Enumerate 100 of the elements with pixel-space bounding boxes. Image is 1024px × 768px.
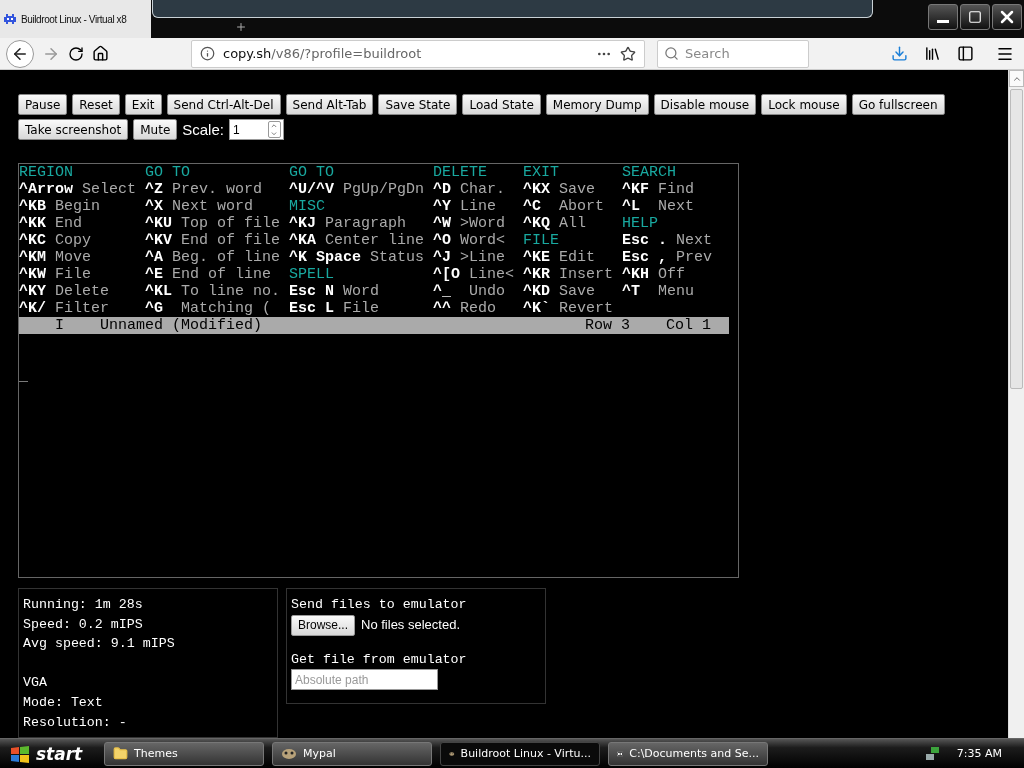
back-button[interactable]	[6, 39, 34, 68]
shortcut-entry: ^KR Insert	[523, 266, 615, 283]
shortcut-entry: Esc N Word	[289, 283, 381, 300]
shortcut-entry: ^Y Line	[433, 198, 498, 215]
shortcut-entry: ^KC Copy	[19, 232, 93, 249]
shortcut-entry: ^L Next	[622, 198, 696, 215]
toolbar-button[interactable]: Exit	[124, 94, 162, 115]
minimize-button[interactable]	[928, 4, 958, 30]
shortcut-entry: ^KB Begin	[19, 198, 102, 215]
section-heading: SPELL	[289, 266, 336, 283]
url-field[interactable]: copy.sh/v86/?profile=buildroot	[191, 39, 645, 68]
toolbar-button[interactable]: Reset	[72, 94, 120, 115]
shortcut-entry: ^KK End	[19, 215, 84, 232]
toolbar-button[interactable]: Send Alt-Tab	[285, 94, 374, 115]
shortcut-entry: ^Z Prev. word	[145, 181, 264, 198]
section-heading: EXIT	[523, 164, 561, 181]
toolbar-button[interactable]: Lock mouse	[761, 94, 847, 115]
shortcut-entry: ^KL To line no.	[145, 283, 282, 300]
shortcut-entry: ^Arrow Select	[19, 181, 138, 198]
shortcut-entry: ^G Matching (	[145, 300, 273, 317]
shortcut-entry: ^X Next word	[145, 198, 255, 215]
shortcut-entry: ^KF Find	[622, 181, 696, 198]
toolbar-button[interactable]: Take screenshot	[18, 119, 129, 140]
section-heading: FILE	[523, 232, 561, 249]
spinner-icon[interactable]	[267, 121, 281, 138]
tab-title: Buildroot Linux - Virtual x8	[21, 13, 127, 25]
shortcut-entry: Esc L File	[289, 300, 381, 317]
taskbar-item[interactable]: C:\Documents and Se...	[608, 741, 768, 766]
new-tab-icon[interactable]	[235, 21, 247, 33]
section-heading: MISC	[289, 198, 327, 215]
toolbar-button[interactable]: Send Ctrl-Alt-Del	[166, 94, 281, 115]
download-icon[interactable]	[891, 45, 908, 62]
section-heading: HELP	[622, 215, 660, 232]
stat-line: Avg speed: 9.1 mIPS	[23, 635, 176, 654]
section-heading: REGION	[19, 164, 74, 181]
clock: 7:35 AM	[956, 747, 1002, 760]
minimize-icon	[937, 19, 949, 23]
shortcut-entry: ^KY Delete	[19, 283, 111, 300]
stat-line: Resolution: -	[23, 713, 128, 732]
info-icon[interactable]	[200, 46, 215, 61]
library-icon[interactable]	[924, 45, 941, 62]
windows-logo-icon	[10, 744, 30, 763]
start-button[interactable]: start	[0, 738, 96, 768]
toolbar-button[interactable]: Memory Dump	[545, 94, 649, 115]
browse-button[interactable]: Browse...	[291, 614, 355, 636]
stat-line: VGA	[23, 674, 48, 693]
invader-icon	[3, 12, 17, 26]
shortcut-entry: ^KH Off	[622, 266, 687, 283]
star-icon[interactable]	[620, 45, 636, 62]
shortcut-entry: ^J >Line	[433, 249, 507, 266]
shortcut-entry: ^K/ Filter	[19, 300, 111, 317]
toolbar-button[interactable]: Go fullscreen	[851, 94, 945, 115]
shortcut-entry: ^D Char.	[433, 181, 507, 198]
section-heading: SEARCH	[622, 164, 678, 181]
stat-line: Mode: Text	[23, 693, 104, 712]
maximize-icon	[968, 10, 982, 24]
shortcut-entry: ^[O Line<	[433, 266, 516, 283]
shortcut-entry: Esc . Next	[622, 232, 714, 249]
maximize-button[interactable]	[960, 4, 990, 30]
stat-line: Running: 1m 28s	[23, 596, 144, 614]
shortcut-entry: ^KJ Paragraph	[289, 215, 408, 232]
section-heading: GO TO	[289, 164, 336, 181]
search-icon	[664, 46, 679, 61]
status-bar: I Unnamed (Modified) Row 3 Col 1	[19, 317, 729, 334]
browser-tab[interactable]: Buildroot Linux - Virtual x8	[0, 0, 151, 38]
get-file-label: Get file from emulator	[291, 650, 468, 669]
shortcut-entry: ^A Beg. of line	[145, 249, 282, 266]
shortcut-entry: ^_ Undo	[433, 283, 507, 300]
toolbar-button[interactable]: Disable mouse	[653, 94, 757, 115]
reload-icon[interactable]	[68, 45, 84, 62]
scrollbar[interactable]	[1008, 70, 1024, 738]
shortcut-entry: ^K` Revert	[523, 300, 615, 317]
shortcut-entry: ^KV End of file	[145, 232, 282, 249]
close-button[interactable]	[992, 4, 1022, 30]
shortcut-entry: ^KE Edit	[523, 249, 597, 266]
home-icon[interactable]	[92, 45, 109, 62]
toolbar-button[interactable]: Mute	[133, 119, 178, 140]
search-field[interactable]: Search	[657, 39, 809, 68]
app-icon	[281, 746, 297, 761]
shortcut-entry: ^KU Top of file	[145, 215, 282, 232]
shortcut-entry: ^E End of line	[145, 266, 273, 283]
stat-line: Speed: 0.2 mIPS	[23, 615, 144, 634]
scale-field[interactable]: 1	[228, 119, 284, 140]
taskbar-item[interactable]: Buildroot Linux - Virtu...	[440, 741, 600, 766]
shortcut-entry: ^W >Word	[433, 215, 507, 232]
network-icon[interactable]	[924, 745, 941, 762]
file-status: No files selected.	[361, 616, 460, 635]
shortcut-entry: ^KW File	[19, 266, 93, 283]
taskbar-item[interactable]: Mypal	[272, 741, 432, 766]
text-cursor: _	[19, 368, 28, 385]
toolbar-button[interactable]: Pause	[18, 94, 68, 115]
toolbar-button[interactable]: Load State	[462, 94, 541, 115]
toolbar-button[interactable]: Save State	[378, 94, 458, 115]
taskbar-item[interactable]: Themes	[104, 741, 264, 766]
shortcut-entry: ^KD Save	[523, 283, 597, 300]
path-field[interactable]: Absolute path	[291, 669, 438, 691]
send-files-label: Send files to emulator	[291, 596, 468, 614]
sidebar-icon[interactable]	[957, 45, 974, 62]
shortcut-entry: ^K Space Status	[289, 249, 426, 266]
shortcut-entry: Esc , Prev	[622, 249, 714, 266]
